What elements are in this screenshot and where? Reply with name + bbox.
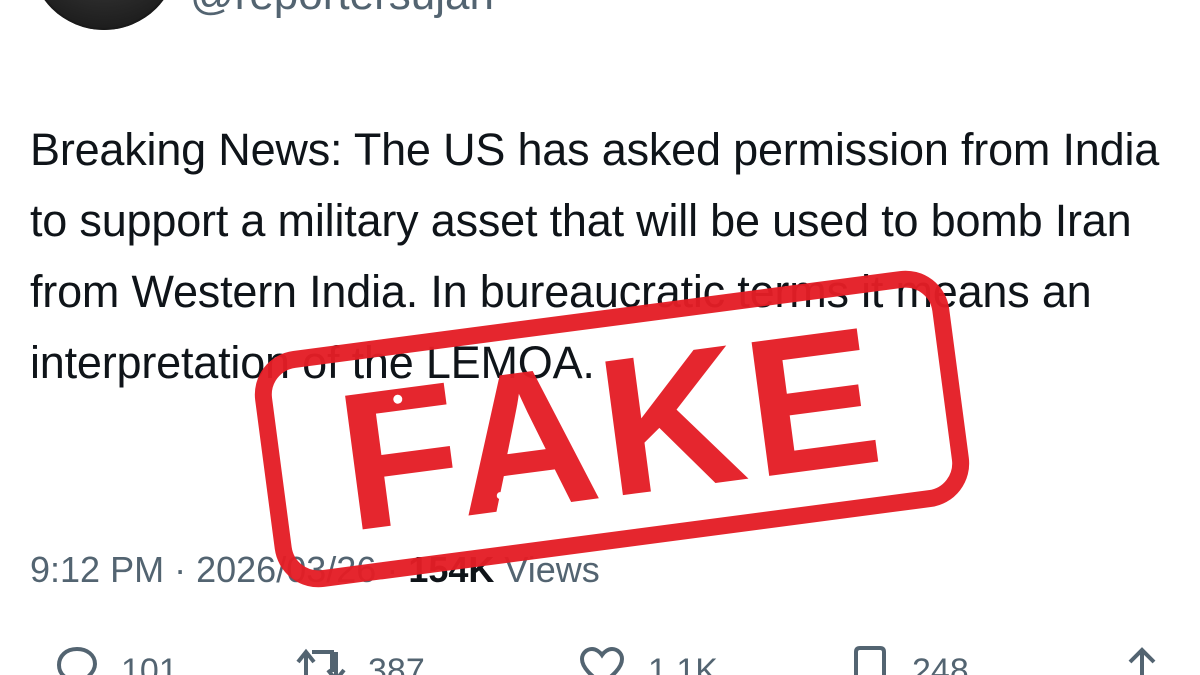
share-button[interactable] <box>1122 646 1162 675</box>
tweet-time[interactable]: 9:12 PM <box>30 549 164 590</box>
like-button[interactable]: 1.1K <box>578 646 718 675</box>
reply-count: 101 <box>121 652 178 675</box>
author-handle[interactable]: @reportersujan <box>190 0 494 20</box>
meta-separator: · <box>174 549 187 590</box>
repost-icon <box>296 648 346 675</box>
reply-button[interactable]: 101 <box>55 646 178 675</box>
share-icon <box>1128 647 1156 675</box>
bookmark-icon <box>854 646 886 675</box>
heart-icon <box>579 646 625 675</box>
repost-button[interactable]: 387 <box>296 646 425 675</box>
bookmark-button[interactable]: 248 <box>850 646 969 675</box>
avatar[interactable] <box>30 0 178 30</box>
bookmark-count: 248 <box>912 652 969 675</box>
action-bar: 101 387 1.1K 248 <box>0 640 1200 675</box>
like-count: 1.1K <box>648 652 718 675</box>
reply-icon <box>56 646 98 675</box>
repost-count: 387 <box>368 652 425 675</box>
fake-stamp-text: FAKE <box>326 284 898 573</box>
